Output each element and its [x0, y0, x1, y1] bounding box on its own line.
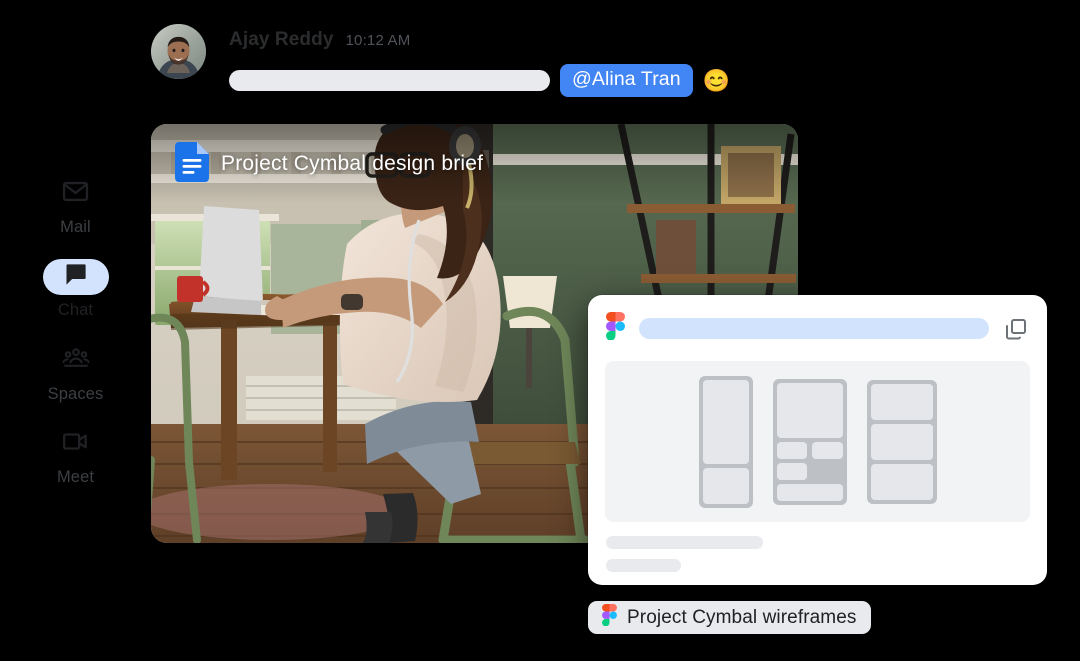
spaces-pill	[43, 343, 109, 379]
wireframe-preview	[605, 361, 1030, 522]
wireframe-block	[870, 423, 933, 460]
sidebar-item-chat[interactable]: Chat	[22, 259, 130, 319]
meet-pill	[43, 426, 109, 462]
figma-card-meta	[588, 522, 1047, 572]
meta-placeholder-line-1	[606, 536, 763, 549]
app-screenshot: Mail Chat Spaces Meet Ajay Reddy 10:12 A…	[0, 0, 1080, 661]
wireframe-row	[776, 441, 843, 459]
message-timestamp: 10:12 AM	[345, 32, 411, 49]
wireframe-block	[870, 463, 933, 500]
figma-icon	[602, 604, 617, 631]
sidebar-item-label-mail: Mail	[60, 217, 91, 236]
wireframe-block	[811, 441, 843, 459]
wireframe-block	[776, 483, 843, 501]
wireframe-column-3	[866, 379, 937, 504]
sidebar-item-label-meet: Meet	[56, 468, 95, 486]
message-header-row: Ajay Reddy 10:12 AM	[229, 29, 730, 51]
figma-icon	[606, 312, 625, 345]
mention-chip[interactable]: @Alina Tran	[560, 64, 693, 97]
message-content-row: @Alina Tran 😊	[229, 64, 730, 97]
mail-icon	[61, 177, 90, 211]
meta-placeholder-line-2	[606, 559, 681, 572]
figma-url-placeholder[interactable]	[639, 318, 989, 339]
mail-pill	[43, 176, 109, 212]
smiling-face-emoji: 😊	[702, 67, 731, 93]
message-text-placeholder	[229, 70, 550, 91]
sidebar-item-mail[interactable]: Mail	[22, 176, 130, 236]
spaces-icon	[61, 343, 91, 378]
chat-icon	[62, 261, 89, 293]
wireframe-block	[702, 379, 749, 464]
sender-name: Ajay Reddy	[229, 29, 334, 50]
chat-message: Ajay Reddy 10:12 AM @Alina Tran 😊	[151, 24, 730, 97]
wireframe-block	[776, 441, 807, 459]
wireframe-block	[776, 462, 807, 480]
avatar-photo	[151, 24, 206, 79]
google-docs-icon	[175, 141, 209, 187]
wireframe-block	[702, 467, 749, 504]
avatar[interactable]	[151, 24, 206, 79]
figma-preview-card[interactable]	[588, 295, 1047, 585]
sidebar-item-label-chat: Chat	[57, 301, 94, 319]
meet-icon	[61, 427, 90, 461]
sidebar-item-label-spaces: Spaces	[47, 384, 104, 403]
sidebar-item-meet[interactable]: Meet	[22, 426, 130, 486]
wireframe-column-1	[698, 375, 753, 508]
figma-card-header	[588, 295, 1047, 345]
sidebar-nav: Mail Chat Spaces Meet	[0, 0, 151, 661]
doc-card-header: Project Cymbal design brief	[151, 124, 798, 204]
message-body: Ajay Reddy 10:12 AM @Alina Tran 😊	[229, 24, 730, 97]
wireframe-block	[776, 382, 843, 438]
chat-pill	[42, 259, 109, 295]
wireframe-column-2	[772, 378, 847, 505]
doc-card-title: Project Cymbal design brief	[221, 152, 484, 175]
file-attachment-chip[interactable]: Project Cymbal wireframes	[588, 601, 871, 634]
sidebar-item-spaces[interactable]: Spaces	[22, 343, 130, 403]
file-chip-label: Project Cymbal wireframes	[627, 606, 857, 628]
copy-icon[interactable]	[1003, 316, 1029, 342]
wireframe-block	[870, 383, 933, 420]
